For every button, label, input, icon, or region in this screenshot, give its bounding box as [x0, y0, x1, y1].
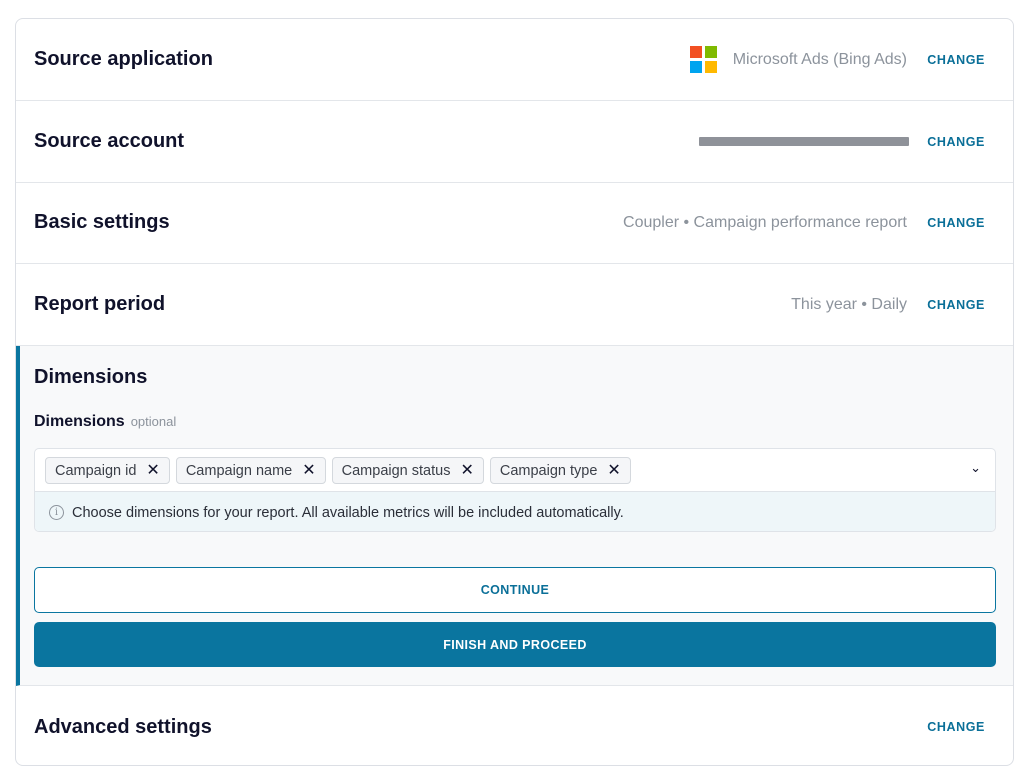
basic-settings-value: Coupler • Campaign performance report	[623, 213, 907, 231]
remove-chip-icon[interactable]: ✕	[460, 462, 473, 479]
dimensions-field-label: Dimensions optional	[34, 413, 176, 431]
dimensions-label-text: Dimensions	[34, 413, 125, 430]
remove-chip-icon[interactable]: ✕	[607, 462, 620, 479]
source-application-value: Microsoft Ads (Bing Ads)	[689, 46, 907, 73]
redacted-email	[699, 137, 909, 146]
change-source-account-button[interactable]: CHANGE	[927, 135, 985, 149]
dimension-chips: Campaign id ✕ Campaign name ✕ Campaign s…	[45, 457, 631, 484]
source-application-row: Source application Microsoft Ads (Bing A…	[16, 19, 1013, 101]
continue-button[interactable]: CONTINUE	[34, 567, 996, 613]
change-report-period-button[interactable]: CHANGE	[927, 298, 985, 312]
advanced-settings-row: Advanced settings CHANGE	[16, 686, 1013, 765]
dimension-chip: Campaign name ✕	[175, 457, 326, 484]
dimension-chip: Campaign type ✕	[489, 457, 631, 484]
source-account-row: Source account CHANGE	[16, 101, 1013, 183]
remove-chip-icon[interactable]: ✕	[146, 462, 159, 479]
dimensions-section-title: Dimensions	[34, 366, 148, 388]
source-account-title: Source account	[34, 130, 185, 152]
dimensions-hint: i Choose dimensions for your report. All…	[35, 491, 995, 531]
dimension-chip-label: Campaign id	[55, 462, 137, 479]
dimension-chip-label: Campaign status	[341, 462, 451, 479]
change-basic-settings-button[interactable]: CHANGE	[927, 216, 985, 230]
advanced-settings-title: Advanced settings	[34, 715, 212, 738]
change-advanced-settings-button[interactable]: CHANGE	[927, 720, 985, 734]
optional-label: optional	[130, 414, 177, 429]
dimension-chip: Campaign id ✕	[45, 457, 170, 484]
finish-and-proceed-button[interactable]: FINISH AND PROCEED	[34, 622, 996, 667]
basic-settings-title: Basic settings	[34, 211, 170, 233]
info-icon: i	[49, 505, 64, 520]
dimension-chip: Campaign status ✕	[331, 457, 484, 484]
report-period-title: Report period	[34, 293, 166, 315]
setup-card: Source application Microsoft Ads (Bing A…	[15, 18, 1014, 766]
dimensions-hint-text: Choose dimensions for your report. All a…	[72, 504, 624, 521]
report-period-value: This year • Daily	[791, 295, 907, 313]
source-application-name: Microsoft Ads (Bing Ads)	[732, 50, 907, 68]
dimension-chip-label: Campaign type	[499, 462, 598, 479]
dimensions-multiselect[interactable]: Campaign id ✕ Campaign name ✕ Campaign s…	[34, 448, 996, 532]
change-source-application-button[interactable]: CHANGE	[927, 53, 985, 67]
remove-chip-icon[interactable]: ✕	[302, 462, 315, 479]
report-period-row: Report period This year • Daily CHANGE	[16, 264, 1013, 346]
source-application-title: Source application	[34, 48, 213, 70]
microsoft-logo-icon	[689, 46, 717, 73]
basic-settings-row: Basic settings Coupler • Campaign perfor…	[16, 182, 1013, 264]
chevron-down-icon[interactable]: ⌄	[970, 460, 981, 476]
dimension-chip-label: Campaign name	[185, 462, 293, 479]
dimensions-section: Dimensions Dimensions optional Campaign i…	[16, 346, 1013, 686]
source-account-value	[699, 137, 909, 146]
